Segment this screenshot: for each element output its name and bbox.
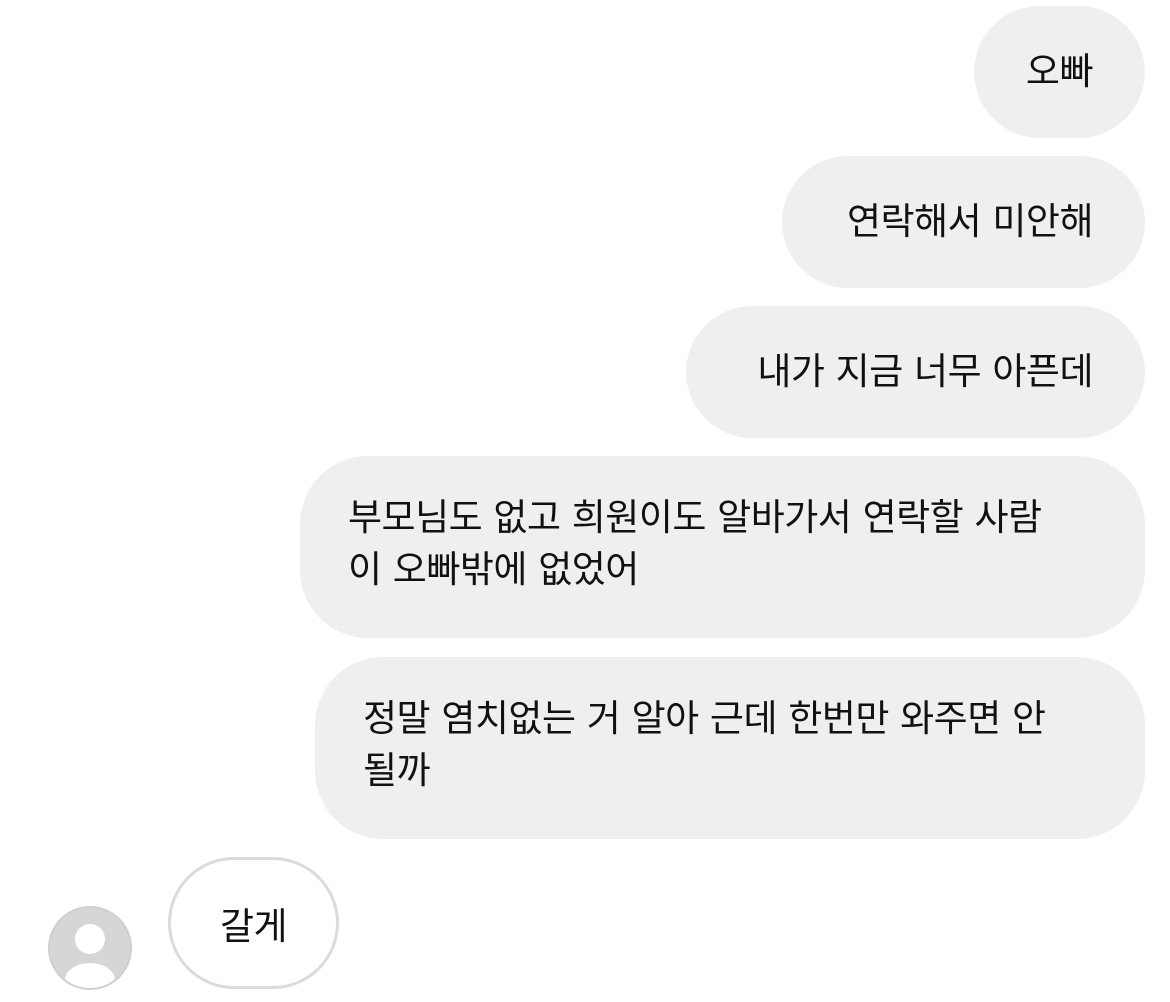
message-text: 내가 지금 너무 아픈데 (757, 350, 1093, 393)
message-text-line: 이 오빠밖에 없었어 (348, 548, 639, 591)
message-text: 연락해서 미안해 (846, 200, 1094, 243)
person-silhouette-icon (65, 924, 115, 988)
message-text: 오빠 (1025, 50, 1094, 93)
message-text-line: 정말 염치없는 거 알아 근데 한번만 와주면 안 (363, 697, 1046, 740)
message-text: 갈게 (219, 905, 288, 948)
sent-message-bubble[interactable]: 부모님도 없고 희원이도 알바가서 연락할 사람 이 오빠밖에 없었어 (300, 456, 1145, 638)
message-text-line: 될까 (363, 749, 431, 792)
sent-message-bubble[interactable]: 정말 염치없는 거 알아 근데 한번만 와주면 안 될까 (315, 657, 1145, 839)
received-message-bubble[interactable]: 갈게 (168, 857, 339, 989)
message-text-line: 부모님도 없고 희원이도 알바가서 연락할 사람 (348, 496, 1042, 539)
sent-message-bubble[interactable]: 오빠 (974, 6, 1145, 138)
sent-message-bubble[interactable]: 내가 지금 너무 아픈데 (686, 306, 1145, 438)
chat-thread: 오빠 연락해서 미안해 내가 지금 너무 아픈데 부모님도 없고 희원이도 알바… (0, 0, 1170, 1002)
sent-message-bubble[interactable]: 연락해서 미안해 (782, 156, 1145, 288)
default-profile-icon[interactable] (48, 906, 132, 990)
